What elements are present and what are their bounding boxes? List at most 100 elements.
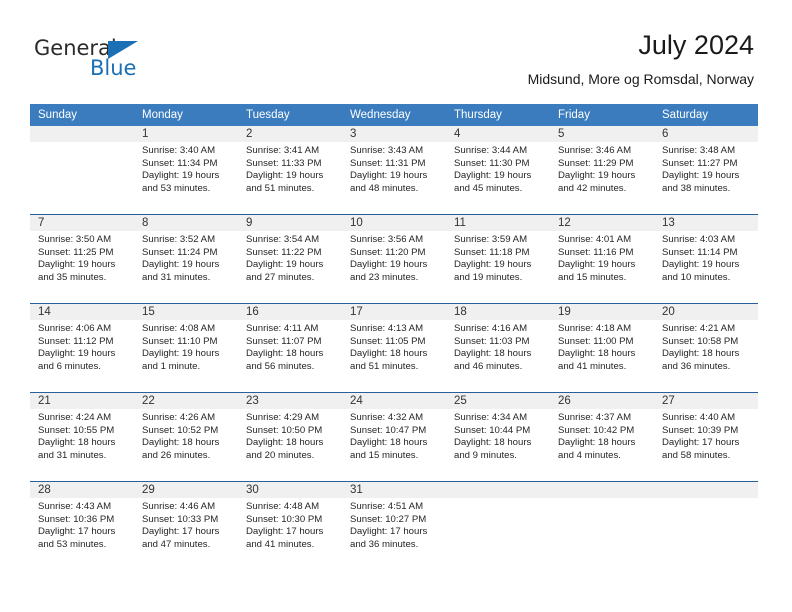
- day-details: Sunrise: 4:37 AM Sunset: 10:42 PM Daylight…: [550, 409, 654, 462]
- sunrise-text: Sunrise: 4:34 AM: [454, 412, 528, 423]
- sunset-text: Sunset: 11:20 PM: [350, 246, 426, 258]
- day-number: 4: [446, 126, 550, 142]
- day-details: Sunrise: 4:13 AM Sunset: 11:05 PM Daylight…: [342, 320, 446, 373]
- daylight-text-line2: and 45 minutes.: [454, 182, 523, 194]
- day-details: Sunrise: 4:26 AM Sunset: 10:52 PM Daylight…: [134, 409, 238, 462]
- day-details: Sunrise: 3:59 AM Sunset: 11:18 PM Daylight…: [446, 231, 550, 284]
- day-number: 5: [550, 126, 654, 142]
- sunrise-text: Sunrise: 4:13 AM: [350, 323, 424, 334]
- day-details: Sunrise: 4:06 AM Sunset: 11:12 PM Daylight…: [30, 320, 134, 373]
- day-number: 27: [654, 393, 758, 409]
- day-cell: 4 Sunrise: 3:44 AM Sunset: 11:30 PM Dayligh…: [446, 126, 550, 215]
- sunrise-text: Sunrise: 4:29 AM: [246, 412, 320, 423]
- daylight-text-line2: and 47 minutes.: [142, 538, 211, 550]
- sunrise-text: Sunrise: 3:50 AM: [38, 234, 112, 245]
- daylight-text-line2: and 41 minutes.: [558, 360, 627, 372]
- daylight-text-line2: and 1 minute.: [142, 360, 201, 372]
- daylight-text-line2: and 10 minutes.: [662, 271, 731, 283]
- sunrise-text: Sunrise: 3:40 AM: [142, 145, 216, 156]
- daylight-text-line1: Daylight: 18 hours: [662, 348, 740, 360]
- day-cell: 8 Sunrise: 3:52 AM Sunset: 11:24 PM Dayligh…: [134, 214, 238, 304]
- weekday-header-saturday: Saturday: [654, 104, 758, 126]
- sunrise-text: Sunrise: 3:59 AM: [454, 234, 528, 245]
- sunset-text: Sunset: 11:07 PM: [246, 335, 322, 347]
- daylight-text-line2: and 35 minutes.: [38, 271, 107, 283]
- day-number: 19: [550, 304, 654, 320]
- sunset-text: Sunset: 10:27 PM: [350, 513, 427, 525]
- day-number: 24: [342, 393, 446, 409]
- sunset-text: Sunset: 10:44 PM: [454, 424, 531, 436]
- sunset-text: Sunset: 11:30 PM: [454, 157, 530, 169]
- day-number: 8: [134, 215, 238, 231]
- day-details: Sunrise: 4:16 AM Sunset: 11:03 PM Daylight…: [446, 320, 550, 373]
- day-number: 6: [654, 126, 758, 142]
- day-details: [446, 498, 550, 501]
- sunset-text: Sunset: 11:22 PM: [246, 246, 322, 258]
- day-number: 13: [654, 215, 758, 231]
- day-details: Sunrise: 3:46 AM Sunset: 11:29 PM Daylight…: [550, 142, 654, 195]
- day-number: 3: [342, 126, 446, 142]
- daylight-text-line1: Daylight: 17 hours: [662, 437, 740, 449]
- sunset-text: Sunset: 11:27 PM: [662, 157, 738, 169]
- sunset-text: Sunset: 10:42 PM: [558, 424, 635, 436]
- day-cell: 26 Sunrise: 4:37 AM Sunset: 10:42 PM Daylig…: [550, 392, 654, 482]
- sunset-text: Sunset: 11:18 PM: [454, 246, 530, 258]
- page-header: General Blue July 2024 Midsund, More og …: [0, 0, 792, 104]
- day-cell: 24 Sunrise: 4:32 AM Sunset: 10:47 PM Daylig…: [342, 392, 446, 482]
- daylight-text-line2: and 6 minutes.: [38, 360, 101, 372]
- sunset-text: Sunset: 11:33 PM: [246, 157, 322, 169]
- sunrise-text: Sunrise: 3:43 AM: [350, 145, 424, 156]
- day-details: Sunrise: 4:29 AM Sunset: 10:50 PM Daylight…: [238, 409, 342, 462]
- day-number: 25: [446, 393, 550, 409]
- daylight-text-line1: Daylight: 19 hours: [142, 170, 220, 182]
- daylight-text-line1: Daylight: 19 hours: [454, 259, 532, 271]
- daylight-text-line2: and 31 minutes.: [38, 449, 107, 461]
- page-subtitle: Midsund, More og Romsdal, Norway: [527, 71, 754, 87]
- sunset-text: Sunset: 11:29 PM: [558, 157, 634, 169]
- daylight-text-line1: Daylight: 19 hours: [558, 259, 636, 271]
- page-title: July 2024: [638, 30, 754, 60]
- day-number: 15: [134, 304, 238, 320]
- sunset-text: Sunset: 11:24 PM: [142, 246, 218, 258]
- weekday-header-monday: Monday: [134, 104, 238, 126]
- daylight-text-line1: Daylight: 18 hours: [558, 437, 636, 449]
- sunrise-text: Sunrise: 4:24 AM: [38, 412, 112, 423]
- daylight-text-line1: Daylight: 19 hours: [454, 170, 532, 182]
- daylight-text-line2: and 23 minutes.: [350, 271, 419, 283]
- day-number: [654, 482, 758, 498]
- daylight-text-line1: Daylight: 18 hours: [454, 437, 532, 449]
- sunrise-text: Sunrise: 4:51 AM: [350, 501, 424, 512]
- daylight-text-line2: and 20 minutes.: [246, 449, 315, 461]
- day-cell: 22 Sunrise: 4:26 AM Sunset: 10:52 PM Daylig…: [134, 392, 238, 482]
- day-details: Sunrise: 4:32 AM Sunset: 10:47 PM Daylight…: [342, 409, 446, 462]
- weekday-header-thursday: Thursday: [446, 104, 550, 126]
- day-cell: 23 Sunrise: 4:29 AM Sunset: 10:50 PM Daylig…: [238, 392, 342, 482]
- sunrise-text: Sunrise: 3:52 AM: [142, 234, 216, 245]
- day-details: Sunrise: 3:54 AM Sunset: 11:22 PM Daylight…: [238, 231, 342, 284]
- daylight-text-line2: and 15 minutes.: [558, 271, 627, 283]
- day-details: Sunrise: 3:44 AM Sunset: 11:30 PM Daylight…: [446, 142, 550, 195]
- day-number: [550, 482, 654, 498]
- calendar-page: General Blue July 2024 Midsund, More og …: [0, 0, 792, 612]
- day-cell: 6 Sunrise: 3:48 AM Sunset: 11:27 PM Dayligh…: [654, 126, 758, 215]
- daylight-text-line1: Daylight: 18 hours: [246, 348, 324, 360]
- day-cell: 10 Sunrise: 3:56 AM Sunset: 11:20 PM Daylig…: [342, 214, 446, 304]
- day-details: Sunrise: 3:43 AM Sunset: 11:31 PM Daylight…: [342, 142, 446, 195]
- sunrise-text: Sunrise: 3:41 AM: [246, 145, 320, 156]
- sunset-text: Sunset: 11:31 PM: [350, 157, 426, 169]
- day-number: 28: [30, 482, 134, 498]
- sunrise-text: Sunrise: 4:06 AM: [38, 323, 112, 334]
- day-number: [30, 126, 134, 142]
- day-number: 2: [238, 126, 342, 142]
- day-details: Sunrise: 4:03 AM Sunset: 11:14 PM Daylight…: [654, 231, 758, 284]
- sunset-text: Sunset: 11:10 PM: [142, 335, 218, 347]
- sunset-text: Sunset: 11:34 PM: [142, 157, 218, 169]
- sunrise-text: Sunrise: 3:56 AM: [350, 234, 424, 245]
- daylight-text-line1: Daylight: 19 hours: [662, 259, 740, 271]
- sunset-text: Sunset: 11:14 PM: [662, 246, 738, 258]
- day-cell: 7 Sunrise: 3:50 AM Sunset: 11:25 PM Dayligh…: [30, 214, 134, 304]
- daylight-text-line1: Daylight: 19 hours: [142, 348, 220, 360]
- daylight-text-line1: Daylight: 19 hours: [350, 170, 428, 182]
- daylight-text-line2: and 42 minutes.: [558, 182, 627, 194]
- day-details: Sunrise: 4:11 AM Sunset: 11:07 PM Daylight…: [238, 320, 342, 373]
